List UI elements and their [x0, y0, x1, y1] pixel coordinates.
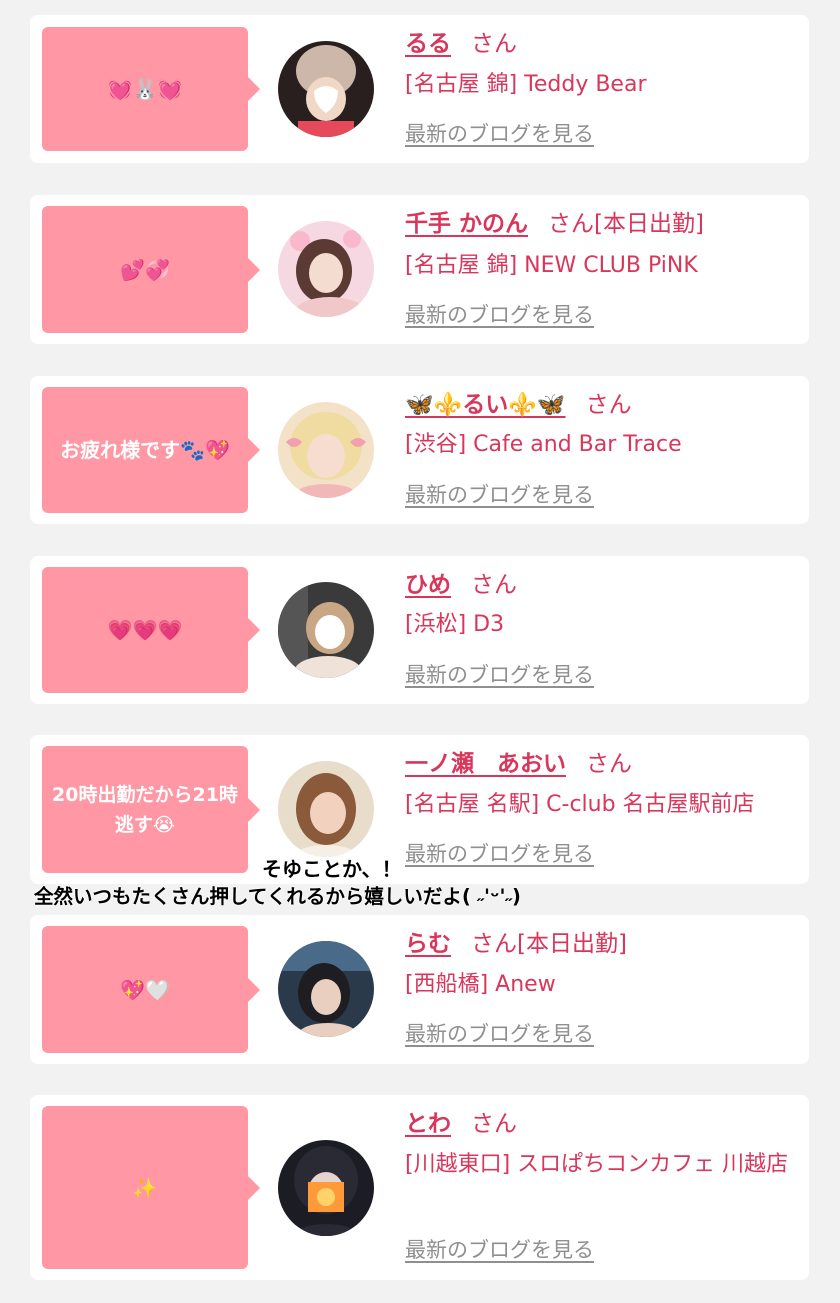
latest-blog-link[interactable]: 最新のブログを見る	[405, 1235, 594, 1265]
honorific: さん	[585, 392, 632, 418]
honorific: さん	[471, 1111, 517, 1137]
name-line: とわ さん	[405, 1109, 517, 1139]
shop-label: [渋谷] Cafe and Bar Trace	[405, 432, 682, 457]
overlay-caption-line-2: 全然いつもたくさん押してくれるから嬉しいだよ( ˶'ᵕ'˶)	[34, 885, 521, 908]
cast-card: 💕💞 千手 かのん さん[本日出勤] [名古屋 錦] NEW CLUB PiNK …	[30, 195, 809, 344]
avatar[interactable]	[278, 941, 374, 1037]
message-text: ✨	[132, 1175, 158, 1200]
avatar[interactable]	[278, 41, 374, 137]
cast-name-link[interactable]: るる	[405, 31, 451, 57]
message-bubble: ✨	[42, 1106, 260, 1269]
cast-name-link[interactable]: らむ	[405, 931, 451, 957]
message-text: 💗💗💗	[107, 618, 183, 642]
message-bubble: 💗💗💗	[42, 567, 260, 693]
cast-name-link[interactable]: 🦋⚜️るい⚜️🦋	[405, 392, 566, 418]
message-text: 💓🐰💓	[107, 77, 183, 101]
latest-blog-link[interactable]: 最新のブログを見る	[405, 1019, 594, 1049]
avatar[interactable]	[278, 221, 374, 317]
honorific: さん	[548, 211, 595, 237]
latest-blog-link[interactable]: 最新のブログを見る	[405, 119, 594, 149]
latest-blog-link[interactable]: 最新のブログを見る	[405, 839, 594, 869]
message-bubble: 💓🐰💓	[42, 27, 260, 151]
name-line: らむ さん[本日出勤]	[405, 929, 627, 959]
avatar[interactable]	[278, 582, 374, 678]
shop-label: [川越東口] スロぱちコンカフェ 川越店	[405, 1152, 789, 1177]
honorific: さん	[471, 931, 517, 957]
message-text: お疲れ様です🐾💖	[60, 438, 230, 462]
avatar[interactable]	[278, 761, 374, 857]
status-label: [本日出勤]	[594, 211, 704, 237]
cast-card: 💓🐰💓 るる さん [名古屋 錦] Teddy Bear 最新のブログを見る	[30, 15, 809, 163]
message-bubble: 20時出勤だから21時逃す😭	[42, 746, 260, 873]
cast-name-link[interactable]: 千手 かのん	[405, 211, 528, 237]
cast-card: 20時出勤だから21時逃す😭 一ノ瀬 あおい さん [名古屋 名駅] C-club…	[30, 735, 809, 884]
cast-name-link[interactable]: 一ノ瀬 あおい	[405, 751, 566, 777]
name-line: ひめ さん	[405, 570, 517, 600]
shop-label: [名古屋 名駅] C-club 名古屋駅前店	[405, 792, 755, 817]
cast-card: ✨ とわ さん [川越東口] スロぱちコンカフェ 川越店 最新のブログを見る	[30, 1095, 809, 1280]
honorific: さん	[471, 31, 517, 57]
cast-name-link[interactable]: とわ	[405, 1111, 451, 1137]
message-bubble: 💖🤍	[42, 926, 260, 1053]
avatar[interactable]	[278, 1140, 374, 1236]
cast-name-link[interactable]: ひめ	[405, 572, 451, 598]
cast-card: お疲れ様です🐾💖 🦋⚜️るい⚜️🦋 さん [渋谷] Cafe and Bar Tr…	[30, 376, 809, 524]
name-line: 千手 かのん さん[本日出勤]	[405, 209, 704, 239]
cast-card: 💖🤍 らむ さん[本日出勤] [西船橋] Anew 最新のブログを見る	[30, 915, 809, 1064]
name-line: 一ノ瀬 あおい さん	[405, 749, 632, 779]
shop-label: [名古屋 錦] Teddy Bear	[405, 72, 647, 97]
status-label: [本日出勤]	[517, 931, 627, 957]
message-text: 20時出勤だから21時逃す😭	[52, 783, 238, 836]
shop-label: [名古屋 錦] NEW CLUB PiNK	[405, 253, 698, 278]
latest-blog-link[interactable]: 最新のブログを見る	[405, 480, 594, 510]
overlay-caption-line-1: そゆことか、！	[262, 857, 402, 881]
message-bubble: 💕💞	[42, 206, 260, 333]
avatar[interactable]	[278, 402, 374, 498]
honorific: さん	[471, 572, 517, 598]
honorific: さん	[586, 751, 632, 777]
latest-blog-link[interactable]: 最新のブログを見る	[405, 300, 594, 330]
message-text: 💕💞	[120, 257, 170, 282]
cast-card: 💗💗💗 ひめ さん [浜松] D3 最新のブログを見る	[30, 556, 809, 704]
latest-blog-link[interactable]: 最新のブログを見る	[405, 660, 594, 690]
shop-label: [西船橋] Anew	[405, 972, 556, 997]
name-line: 🦋⚜️るい⚜️🦋 さん	[405, 390, 632, 420]
shop-label: [浜松] D3	[405, 612, 505, 637]
message-text: 💖🤍	[120, 977, 170, 1002]
name-line: るる さん	[405, 29, 517, 59]
message-bubble: お疲れ様です🐾💖	[42, 387, 260, 513]
